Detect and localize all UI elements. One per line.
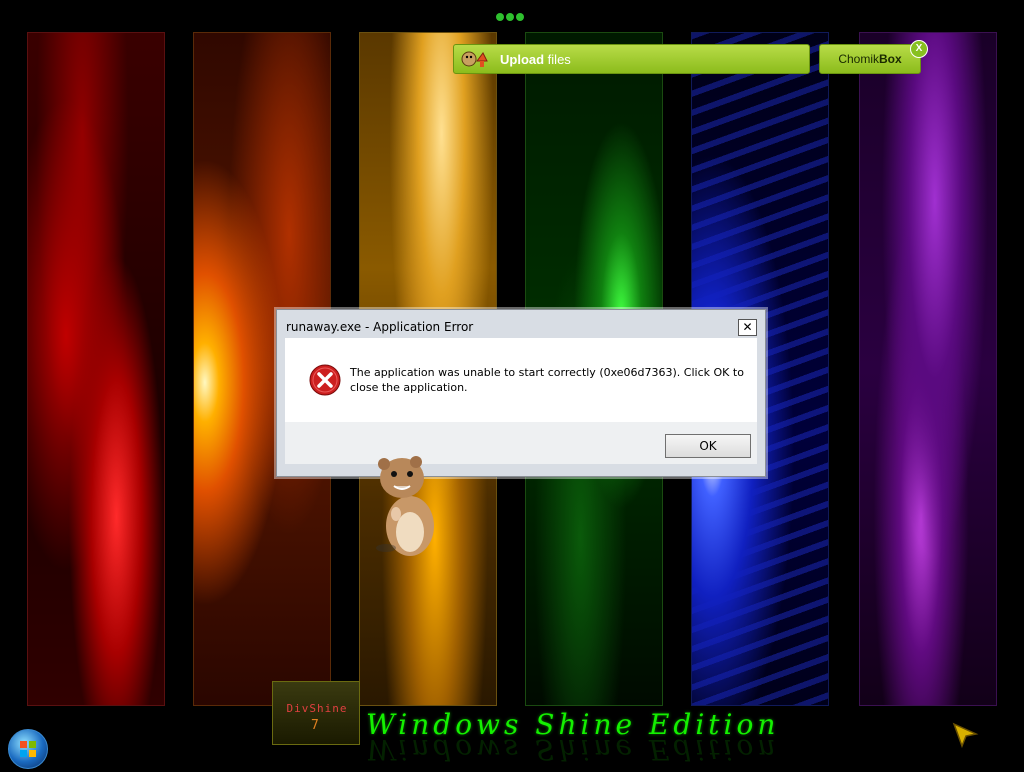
error-icon xyxy=(309,364,341,396)
divshine-logo: DivShine 7 xyxy=(272,681,360,745)
upload-files-label: Upload files xyxy=(500,52,571,67)
wallpaper-panel-purple xyxy=(859,32,997,706)
edition-title-reflection: Windows Shine Edition xyxy=(366,738,780,766)
upload-files-button[interactable]: Upload files xyxy=(453,44,810,74)
application-error-dialog: runaway.exe - Application Error ✕ The ap… xyxy=(276,309,766,477)
logo-number: 7 xyxy=(311,718,319,733)
pointer-cursor-icon xyxy=(952,722,979,749)
edition-title: Windows Shine Edition xyxy=(366,708,780,741)
top-indicator xyxy=(496,6,528,21)
dialog-close-button[interactable]: ✕ xyxy=(738,319,757,336)
dialog-message: The application was unable to start corr… xyxy=(350,366,744,394)
logo-text: DivShine xyxy=(286,702,348,715)
windows-logo-icon xyxy=(20,741,36,757)
dialog-body: The application was unable to start corr… xyxy=(285,338,757,422)
ok-button[interactable]: OK xyxy=(665,434,751,458)
upload-icon xyxy=(461,51,488,67)
chomikbox-close-button[interactable]: X xyxy=(910,40,928,58)
hamster-image xyxy=(376,456,434,556)
wallpaper-panel-red xyxy=(27,32,165,706)
dialog-title: runaway.exe - Application Error xyxy=(286,320,474,334)
chomikbox-button[interactable]: ChomikBox xyxy=(819,44,921,74)
windows-start-icon[interactable] xyxy=(8,729,48,769)
